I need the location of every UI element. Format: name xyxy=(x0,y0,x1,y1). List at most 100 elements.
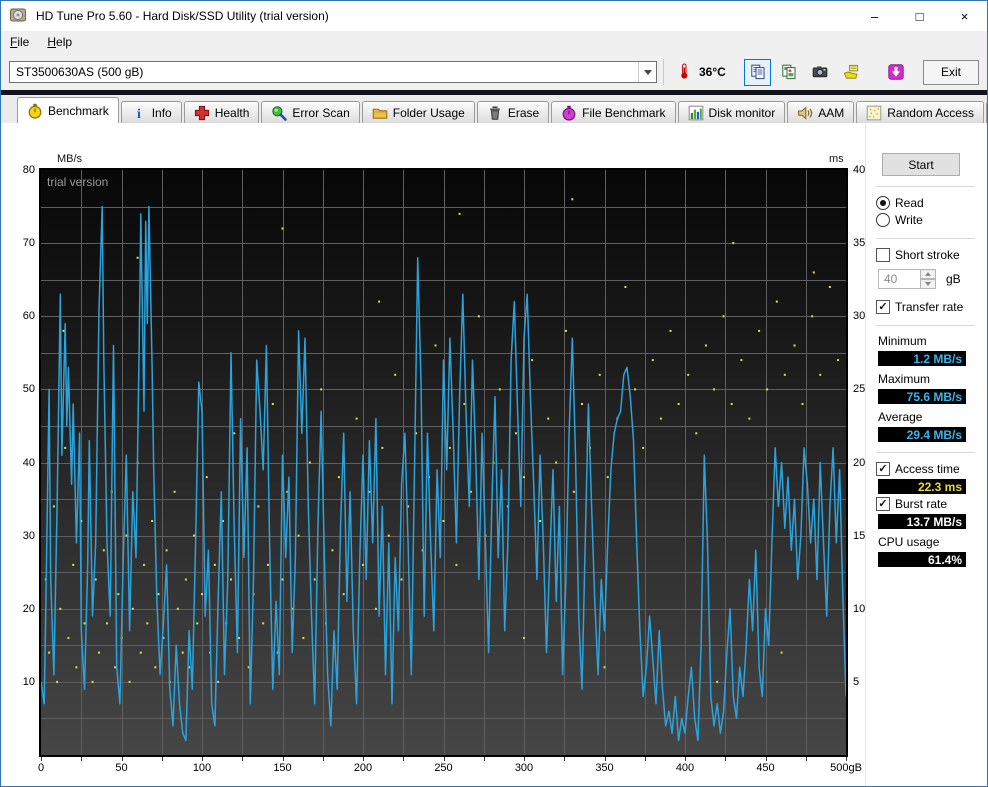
capacity-stepper[interactable]: 40 gB xyxy=(878,269,975,289)
tab-random-access[interactable]: Random Access xyxy=(856,101,984,123)
x-tick-label: 400 xyxy=(675,762,695,774)
average-label: Average xyxy=(878,410,923,424)
panel-separator xyxy=(876,452,975,453)
y-left-tick-label: 70 xyxy=(22,237,35,250)
tab-bar: Benchmark i Info Health Error Scan Folder Usa… xyxy=(1,95,987,123)
access-time-label: Access time xyxy=(895,462,960,476)
y-left-tick-label: 80 xyxy=(22,164,35,176)
x-tick-label: 250 xyxy=(434,762,453,774)
minimum-label: Minimum xyxy=(878,334,927,348)
y-left-tick-label: 40 xyxy=(22,456,35,469)
panel-separator xyxy=(876,186,975,187)
maximum-label: Maximum xyxy=(878,372,931,386)
x-tick-label: 150 xyxy=(273,762,292,774)
x-axis-tick xyxy=(846,757,847,761)
x-axis-tick xyxy=(81,757,83,761)
capacity-value[interactable]: 40 xyxy=(878,269,920,289)
close-button[interactable]: × xyxy=(942,1,987,31)
transfer-rate-checkbox[interactable]: ✓ Transfer rate xyxy=(876,299,975,315)
trial-watermark: trial version xyxy=(47,175,109,189)
drive-selector-value: ST3500630AS (500 gB) xyxy=(16,65,144,79)
spinner-up-icon[interactable] xyxy=(920,269,936,279)
window-title: HD Tune Pro 5.60 - Hard Disk/SSD Utility… xyxy=(36,9,329,23)
info-icon: i xyxy=(131,105,147,121)
read-label: Read xyxy=(895,196,924,210)
x-axis-tick xyxy=(564,757,566,761)
x-tick-label: 450 xyxy=(756,762,775,774)
transfer-rate-label: Transfer rate xyxy=(895,300,964,314)
file-benchmark-icon xyxy=(561,105,577,121)
disk-monitor-icon xyxy=(688,105,704,121)
exit-button[interactable]: Exit xyxy=(923,59,979,85)
app-icon xyxy=(10,7,28,25)
tab-aam[interactable]: AAM xyxy=(787,101,855,123)
tab-label: Erase xyxy=(507,105,540,120)
read-radio[interactable]: Read xyxy=(876,195,975,211)
menu-help[interactable]: Help xyxy=(38,31,81,53)
minimize-button[interactable]: – xyxy=(852,1,897,31)
x-axis-tick xyxy=(443,757,445,761)
tab-error-scan[interactable]: Error Scan xyxy=(261,101,360,123)
menu-file[interactable]: File xyxy=(1,31,38,53)
drive-selector[interactable]: ST3500630AS (500 gB) xyxy=(9,61,657,83)
save-results-icon xyxy=(843,64,859,80)
tab-file-benchmark[interactable]: File Benchmark xyxy=(551,101,676,123)
benchmark-chart xyxy=(39,168,848,757)
x-axis-tick xyxy=(242,757,244,761)
x-axis-tick xyxy=(121,757,123,761)
benchmark-page: MB/s ms trial version 80 70 60 50 40 30 20 10 40… xyxy=(1,123,987,786)
minimum-value: 1.2 MB/s xyxy=(878,351,966,366)
x-axis-tick xyxy=(765,757,767,761)
y-left-tick-label: 10 xyxy=(22,675,35,688)
x-axis-tick xyxy=(161,757,163,761)
start-button[interactable]: Start xyxy=(882,153,960,176)
x-axis-tick xyxy=(725,757,727,761)
error-scan-icon xyxy=(271,105,288,121)
write-radio[interactable]: Write xyxy=(876,212,975,228)
write-label: Write xyxy=(895,213,923,227)
checkbox-icon: ✓ xyxy=(876,462,890,476)
thermometer-icon xyxy=(676,63,692,82)
tab-health[interactable]: Health xyxy=(183,101,260,123)
tab-erase[interactable]: Erase xyxy=(476,101,550,123)
x-tick-label: 500gB xyxy=(830,762,862,774)
menu-bar: File Help xyxy=(1,31,987,54)
burst-rate-label: Burst rate xyxy=(895,497,948,511)
short-stroke-checkbox[interactable]: Short stroke xyxy=(876,247,975,263)
folder-icon xyxy=(372,105,388,121)
radio-icon xyxy=(876,196,890,210)
chevron-down-icon[interactable] xyxy=(638,62,656,82)
save-results-button[interactable] xyxy=(837,59,864,86)
spinner-down-icon[interactable] xyxy=(920,279,936,289)
tab-benchmark[interactable]: Benchmark xyxy=(17,97,119,123)
download-icon xyxy=(887,64,904,80)
screenshot-button[interactable] xyxy=(806,59,833,86)
access-time-value: 22.3 ms xyxy=(878,479,966,494)
temperature-value: 36°C xyxy=(699,65,726,79)
tab-info[interactable]: i Info xyxy=(120,101,182,123)
cpu-usage-value: 61.4% xyxy=(878,552,966,567)
x-tick-label: 300 xyxy=(514,762,534,774)
copy-text-button[interactable] xyxy=(744,58,771,86)
tab-label: Health xyxy=(214,105,250,120)
x-tick-label: 350 xyxy=(595,762,614,774)
burst-rate-value: 13.7 MB/s xyxy=(878,514,966,529)
random-access-icon xyxy=(866,105,882,121)
maximize-button[interactable]: □ xyxy=(897,1,942,31)
checkbox-icon xyxy=(876,248,890,262)
x-axis-tick xyxy=(41,757,42,761)
tab-disk-monitor[interactable]: Disk monitor xyxy=(677,101,786,123)
tab-label: Disk monitor xyxy=(708,105,776,120)
access-time-checkbox[interactable]: ✓ Access time xyxy=(876,461,975,477)
x-axis-tick xyxy=(685,757,686,761)
erase-icon xyxy=(487,105,503,121)
toolbar-separator xyxy=(663,59,664,85)
download-button[interactable] xyxy=(882,59,909,86)
copy-image-button[interactable] xyxy=(775,59,802,86)
benchmark-options-panel: Start Read Write Short stroke 40 gB ✓ Tr… xyxy=(865,123,983,786)
panel-separator xyxy=(876,238,975,239)
tab-folder-usage[interactable]: Folder Usage xyxy=(361,101,475,123)
temperature-button[interactable] xyxy=(670,59,697,86)
app-window: HD Tune Pro 5.60 - Hard Disk/SSD Utility… xyxy=(0,0,988,787)
burst-rate-checkbox[interactable]: ✓ Burst rate xyxy=(876,496,975,512)
